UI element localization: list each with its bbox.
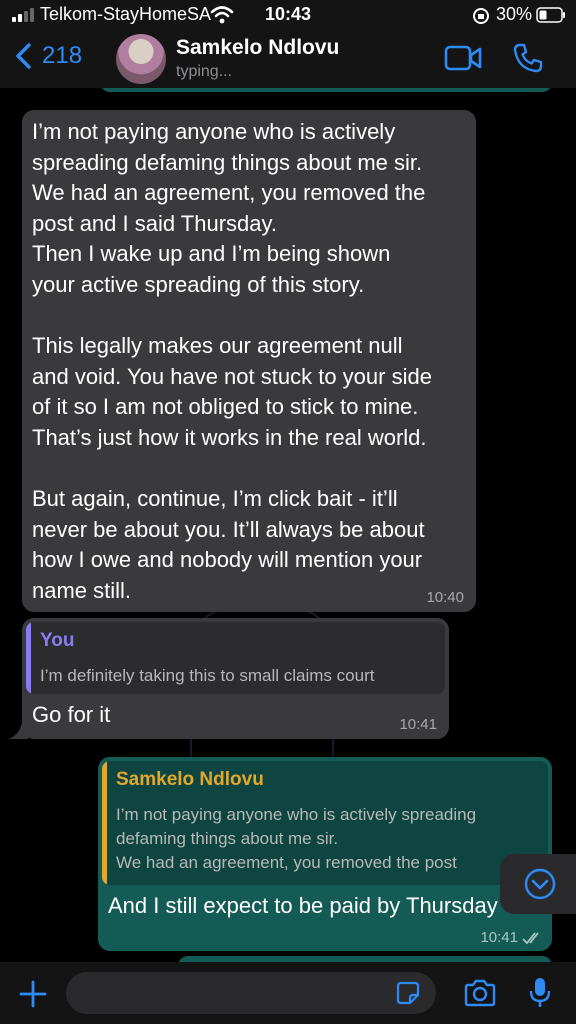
chat-area[interactable]: I’m not paying anyone who is actively sp… bbox=[0, 88, 576, 962]
avatar[interactable] bbox=[116, 34, 166, 84]
message-text: And I still expect to be paid by Thursda… bbox=[108, 893, 498, 918]
quote-author: Samkelo Ndlovu bbox=[116, 769, 264, 790]
orientation-lock-icon bbox=[473, 8, 489, 24]
sticker-icon[interactable] bbox=[396, 981, 420, 1005]
battery-icon bbox=[536, 7, 565, 23]
clock: 10:43 bbox=[265, 4, 312, 24]
message-bubble[interactable]: You I’m definitely taking this to small … bbox=[22, 618, 449, 739]
battery-percent: 30% bbox=[496, 4, 533, 24]
message-text: Go for it bbox=[32, 702, 111, 727]
message-bubble[interactable]: Samkelo Ndlovu I’m not paying anyone who… bbox=[98, 757, 552, 951]
message-meta: 10:41 bbox=[480, 929, 544, 946]
quote-text: I’m not paying anyone who is actively sp… bbox=[116, 805, 477, 872]
message-time: 10:41 bbox=[480, 929, 518, 946]
status-bar: Telkom-StayHomeSA 10:43 30% bbox=[0, 0, 576, 30]
read-receipt-icon bbox=[522, 931, 539, 944]
unread-count: 218 bbox=[42, 42, 83, 69]
scroll-down-button[interactable] bbox=[500, 854, 576, 914]
chat-header: 218 Samkelo Ndlovu typing... bbox=[0, 30, 576, 88]
contact-name[interactable]: Samkelo Ndlovu bbox=[176, 36, 339, 60]
message-bubble[interactable]: I’m not paying anyone who is actively sp… bbox=[22, 110, 476, 612]
quote-text: I’m definitely taking this to small clai… bbox=[40, 666, 375, 685]
message-time: 10:41 bbox=[399, 716, 437, 733]
contact-status: typing... bbox=[176, 63, 233, 80]
message-input[interactable] bbox=[66, 972, 436, 1014]
phone-call-icon[interactable] bbox=[512, 42, 544, 74]
quote-accent-bar bbox=[26, 622, 31, 694]
quoted-message[interactable]: Samkelo Ndlovu I’m not paying anyone who… bbox=[102, 761, 548, 885]
video-call-icon[interactable] bbox=[444, 45, 482, 71]
scroll-down-icon bbox=[524, 868, 556, 900]
message-composer bbox=[0, 962, 576, 1024]
carrier-name: Telkom-StayHomeSA bbox=[40, 4, 212, 24]
back-chevron-icon bbox=[16, 43, 31, 69]
message-text: I’m not paying anyone who is actively sp… bbox=[32, 119, 432, 603]
microphone-icon[interactable] bbox=[528, 977, 552, 1009]
previous-message-edge bbox=[100, 88, 552, 92]
plus-icon[interactable] bbox=[18, 979, 48, 1009]
message-time: 10:40 bbox=[426, 589, 464, 606]
quoted-message[interactable]: You I’m definitely taking this to small … bbox=[26, 622, 445, 694]
camera-icon[interactable] bbox=[463, 979, 497, 1007]
wifi-icon bbox=[210, 6, 234, 24]
signal-icon bbox=[12, 8, 34, 22]
quote-accent-bar bbox=[102, 761, 107, 885]
back-button[interactable]: 218 bbox=[14, 42, 82, 70]
bubble-tail bbox=[9, 722, 28, 739]
quote-author: You bbox=[40, 630, 75, 651]
